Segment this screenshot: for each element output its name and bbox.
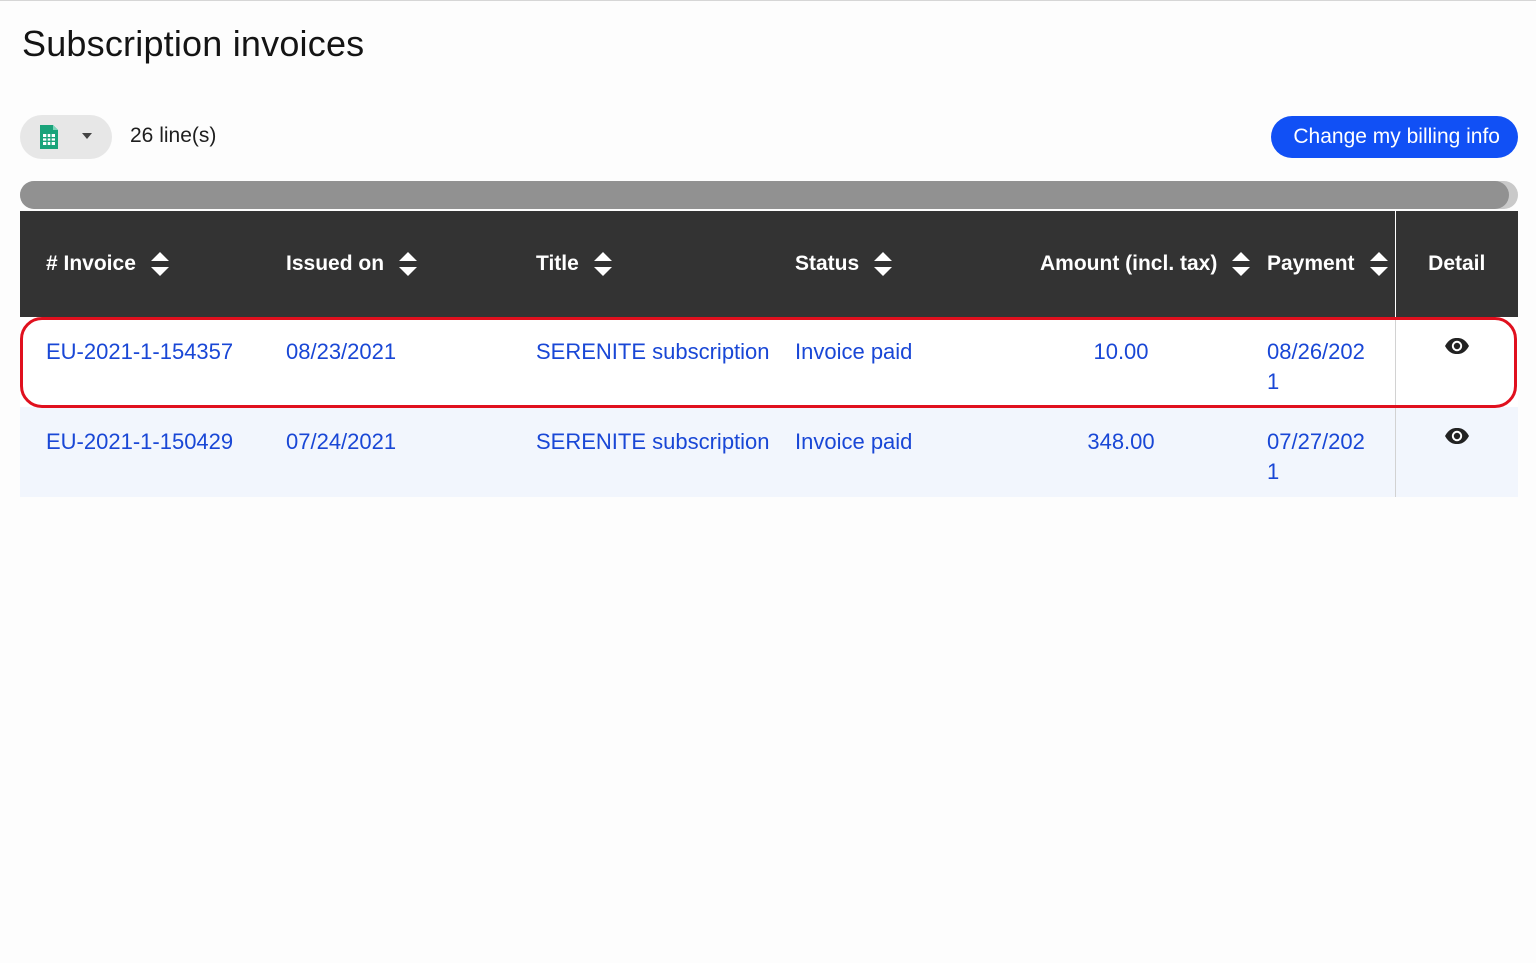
invoices-table: # Invoice Issued on Title Status Amount … [20, 211, 1518, 497]
invoice-number-link[interactable]: EU-2021-1-150429 [20, 407, 286, 497]
change-billing-info-button[interactable]: Change my billing info [1271, 116, 1518, 158]
amount-cell: 10.00 [1093, 339, 1149, 364]
sort-icon [874, 252, 893, 276]
line-count: 26 line(s) [130, 124, 217, 147]
payment-cell: 07/27/2021 [1267, 429, 1365, 484]
spreadsheet-icon [40, 125, 58, 149]
sort-icon [593, 252, 612, 276]
eye-icon[interactable] [1444, 427, 1470, 445]
amount-cell: 348.00 [1087, 429, 1155, 454]
invoices-table-container: # Invoice Issued on Title Status Amount … [20, 211, 1518, 497]
export-dropdown-button[interactable] [20, 115, 112, 159]
page-title: Subscription invoices [22, 23, 365, 64]
column-header-payment[interactable]: Payment [1249, 211, 1395, 317]
subscription-invoices-page: Subscription invoices 26 line(s) Change … [0, 0, 1536, 963]
caret-down-icon [82, 133, 92, 139]
issued-on-cell: 08/23/2021 [286, 339, 397, 364]
detail-cell [1394, 317, 1518, 407]
column-header-invoice[interactable]: # Invoice [20, 211, 286, 317]
column-header-title[interactable]: Title [536, 211, 795, 317]
payment-cell: 08/26/2021 [1267, 339, 1365, 394]
table-row: EU-2021-1-154357 08/23/2021 SERENITE sub… [20, 317, 1518, 407]
issued-on-cell: 07/24/2021 [286, 429, 397, 454]
column-header-issued-on[interactable]: Issued on [286, 211, 536, 317]
status-cell: Invoice paid [795, 339, 913, 364]
column-header-amount[interactable]: Amount (incl. tax) [993, 211, 1251, 317]
title-cell: SERENITE subscription [536, 339, 770, 364]
detail-cell [1394, 407, 1518, 497]
horizontal-scrollbar[interactable] [20, 181, 1518, 209]
column-header-detail: Detail [1394, 211, 1518, 317]
sort-icon [1369, 252, 1388, 276]
status-cell: Invoice paid [795, 429, 913, 454]
table-header-row: # Invoice Issued on Title Status Amount … [20, 211, 1518, 317]
sort-icon [399, 252, 418, 276]
scrollbar-thumb[interactable] [20, 181, 1509, 209]
toolbar: 26 line(s) Change my billing info [20, 115, 1518, 159]
sort-icon [150, 252, 169, 276]
column-header-status[interactable]: Status [795, 211, 993, 317]
table-row: EU-2021-1-150429 07/24/2021 SERENITE sub… [20, 407, 1518, 497]
sort-icon [1232, 252, 1251, 276]
eye-icon[interactable] [1444, 337, 1470, 355]
title-cell: SERENITE subscription [536, 429, 770, 454]
invoice-number-link[interactable]: EU-2021-1-154357 [20, 317, 286, 407]
